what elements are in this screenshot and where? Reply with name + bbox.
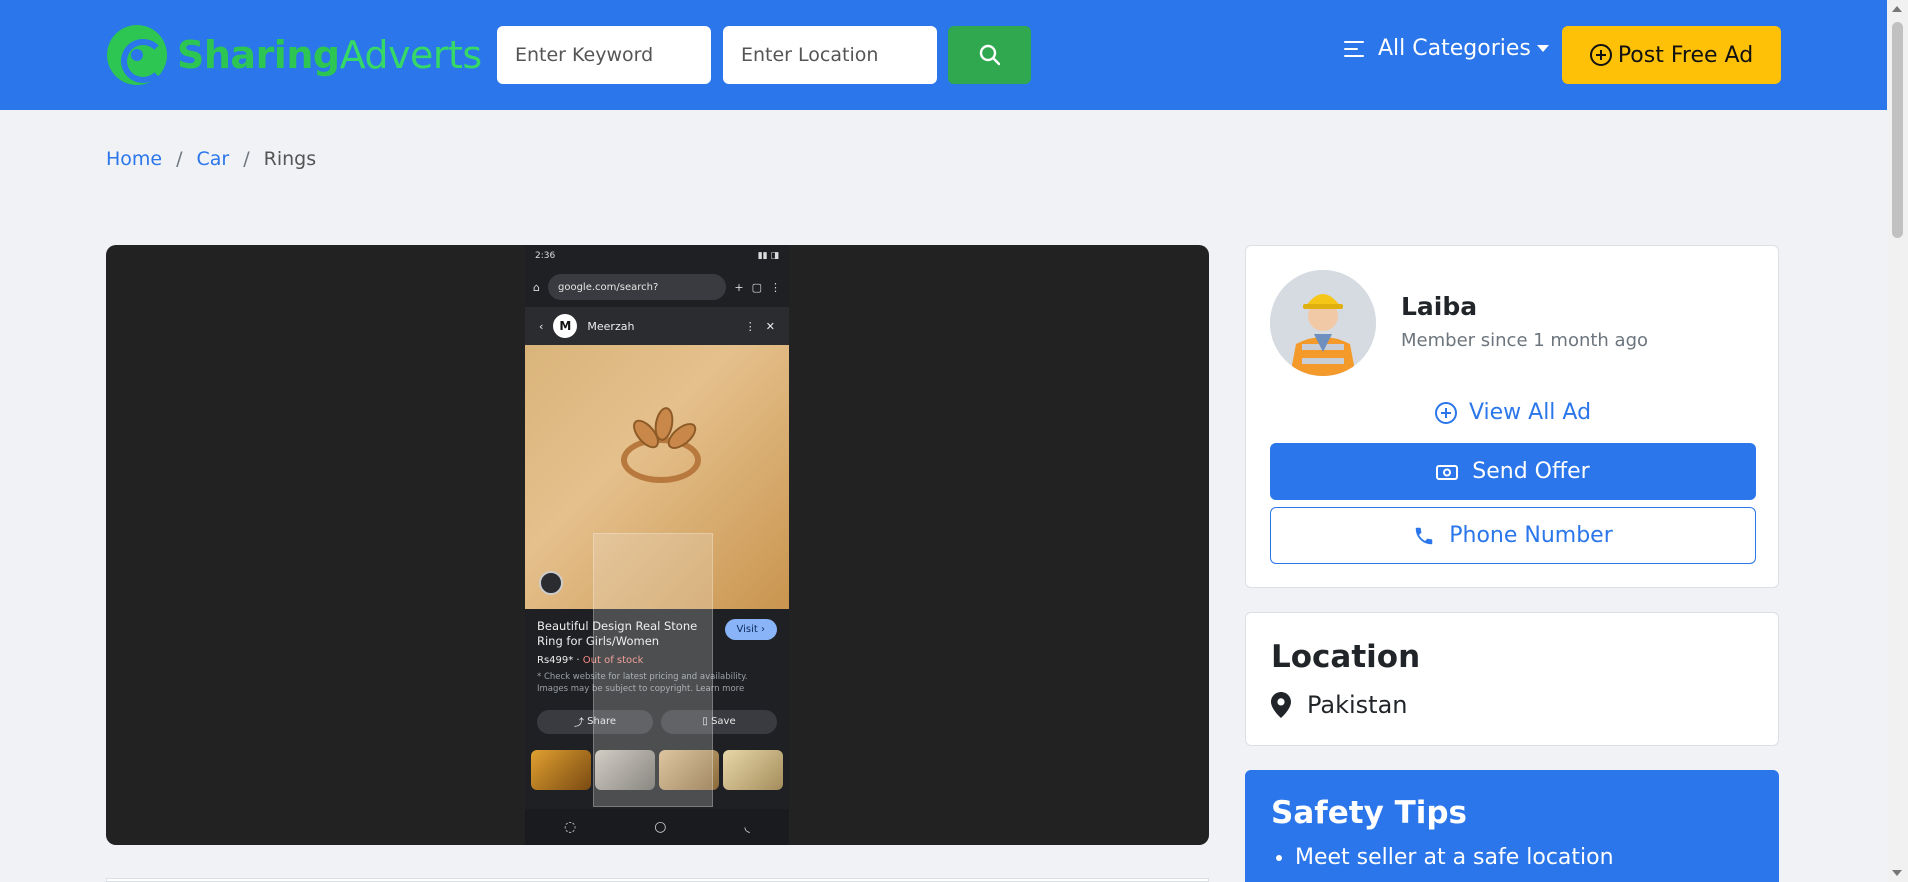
kebab-icon: ⋮ [744,319,756,333]
breadcrumb-car[interactable]: Car [197,148,230,170]
site-header: SharingAdverts All Categories Post Free … [0,0,1887,110]
visit-chip: Visit › [724,619,777,640]
location-text: Pakistan [1307,691,1408,719]
close-icon: ✕ [765,319,775,333]
location-title: Location [1271,639,1421,675]
ad-photo: 2:36 ▮▮ ◨ ⌂ google.com/search? + ▢ ⋮ ‹ M… [525,245,789,845]
location-input[interactable] [723,26,937,84]
plus-circle-icon [1589,44,1612,66]
safety-tips-card: Safety Tips Meet seller at a safe locati… [1245,770,1779,882]
thumbnail [531,749,591,790]
source-avatar: M [553,314,578,338]
safety-tip: Meet seller at a safe location [1295,845,1614,870]
seller-card: Laiba Member since 1 month ago View All … [1245,245,1779,588]
plus-icon: + [734,280,744,294]
home-button-icon: ○ [654,819,667,835]
scrollbar-thumb[interactable] [1892,22,1903,238]
phone-time: 2:36 [535,251,556,261]
phone-icon [1415,527,1433,544]
lens-icon [539,571,563,595]
breadcrumb-home[interactable]: Home [106,148,162,170]
avatar [1270,270,1376,376]
back-nav-icon: ◟ [744,819,750,835]
scroll-down-arrow-icon[interactable] [1892,870,1902,876]
phone-nav-bar: ◌ ○ ◟ [525,809,789,845]
phone-number-label: Phone Number [1449,523,1613,548]
safety-title: Safety Tips [1271,795,1467,831]
safety-tips-list: Meet seller at a safe location [1295,845,1614,870]
logo-text: SharingAdverts [177,33,482,77]
back-icon: ‹ [539,319,544,333]
post-free-ad-button[interactable]: Post Free Ad [1562,26,1781,84]
keyword-input[interactable] [497,26,711,84]
menu-lines-icon [1344,40,1366,57]
breadcrumb-separator: / [243,148,250,170]
phone-status-bar: 2:36 ▮▮ ◨ [525,245,789,267]
home-icon: ⌂ [533,280,540,294]
ad-image-viewer[interactable]: 2:36 ▮▮ ◨ ⌂ google.com/search? + ▢ ⋮ ‹ M… [106,245,1209,845]
send-offer-label: Send Offer [1472,459,1590,484]
view-all-ad-link[interactable]: View All Ad [1246,400,1780,425]
logo-icon [107,25,167,85]
tabs-icon: ▢ [751,280,762,294]
ring-shape [621,437,701,483]
send-offer-button[interactable]: Send Offer [1270,443,1756,500]
search-icon [979,44,1000,66]
breadcrumb-separator: / [176,148,183,170]
seller-name: Laiba [1401,292,1478,321]
battery-icon: ▮▮ ◨ [757,251,779,261]
breadcrumb: Home / Car / Rings [106,148,316,170]
all-categories-dropdown[interactable]: All Categories [1344,36,1549,61]
post-ad-label: Post Free Ad [1617,42,1754,68]
thumbnail [723,749,783,790]
phone-number-button[interactable]: Phone Number [1270,507,1756,564]
lens-source-bar: ‹ M Meerzah ⋮ ✕ [525,307,789,345]
caret-down-icon [1536,45,1549,52]
location-card: Location Pakistan [1245,612,1779,746]
member-since: Member since 1 month ago [1401,330,1649,351]
scroll-up-arrow-icon[interactable] [1892,6,1902,12]
cash-icon [1436,464,1459,480]
location-value: Pakistan [1271,691,1408,719]
worker-avatar-icon [1270,270,1376,376]
site-logo[interactable]: SharingAdverts [107,25,482,85]
description-card-edge [106,878,1209,882]
view-all-label: View All Ad [1468,400,1592,425]
source-name: Meerzah [587,319,635,333]
categories-label: All Categories [1378,36,1531,61]
search-button[interactable] [948,26,1031,84]
browser-url: google.com/search? [547,274,727,300]
recents-icon: ◌ [564,819,577,835]
browser-bar: ⌂ google.com/search? + ▢ ⋮ [525,267,789,307]
page-scrollbar[interactable] [1887,0,1908,882]
breadcrumb-current: Rings [263,148,317,170]
map-pin-icon [1271,692,1291,718]
nested-screenshot-overlay [593,533,713,807]
kebab-icon: ⋮ [770,280,781,294]
plus-circle-icon [1434,401,1457,424]
